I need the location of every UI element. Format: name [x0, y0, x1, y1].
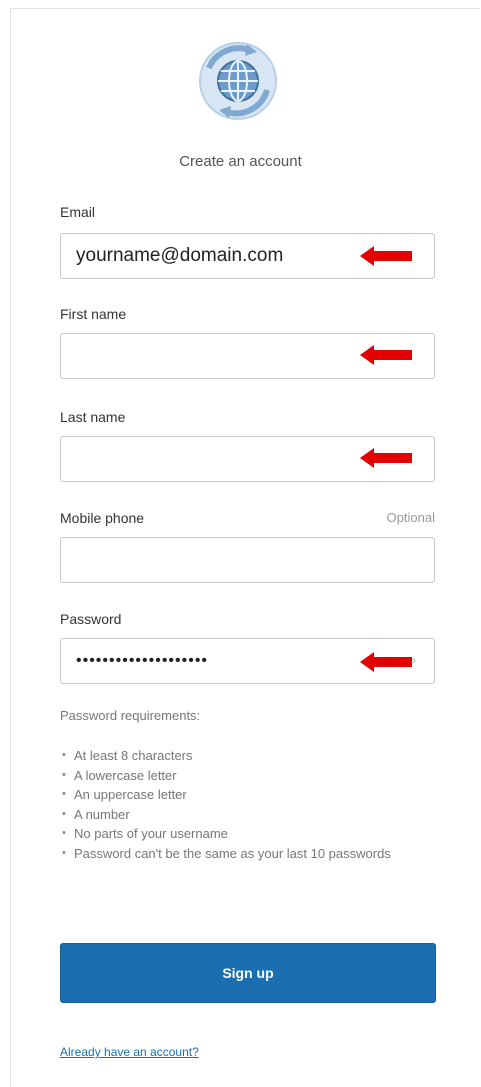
eye-toggle-icon[interactable]: › [412, 654, 418, 666]
requirement-item: Password can't be the same as your last … [60, 844, 430, 864]
sign-up-button[interactable]: Sign up [60, 943, 436, 1003]
optional-label: Optional [386, 510, 435, 525]
password-requirements-list: At least 8 characters A lowercase letter… [60, 746, 430, 863]
red-arrow-left-icon [360, 345, 412, 365]
password-requirements-title: Password requirements: [60, 708, 201, 723]
page-title: Create an account [179, 153, 302, 170]
mobile-phone-label: Mobile phone [60, 510, 145, 526]
red-arrow-left-icon [360, 246, 412, 266]
sign-in-link[interactable]: Already have an account? [60, 1045, 199, 1059]
red-arrow-left-icon [360, 448, 412, 468]
email-label: Email [60, 204, 96, 220]
password-label: Password [60, 611, 122, 627]
requirement-item: An uppercase letter [60, 785, 430, 805]
requirement-item: A lowercase letter [60, 766, 430, 786]
last-name-label: Last name [60, 409, 126, 425]
mobile-phone-field[interactable] [60, 537, 435, 583]
requirement-item: At least 8 characters [60, 746, 430, 766]
requirement-item: A number [60, 805, 430, 825]
requirement-item: No parts of your username [60, 824, 430, 844]
mobile-phone-input[interactable] [61, 538, 434, 582]
globe-logo-icon [197, 40, 279, 122]
red-arrow-left-icon [360, 652, 412, 672]
first-name-label: First name [60, 306, 127, 322]
